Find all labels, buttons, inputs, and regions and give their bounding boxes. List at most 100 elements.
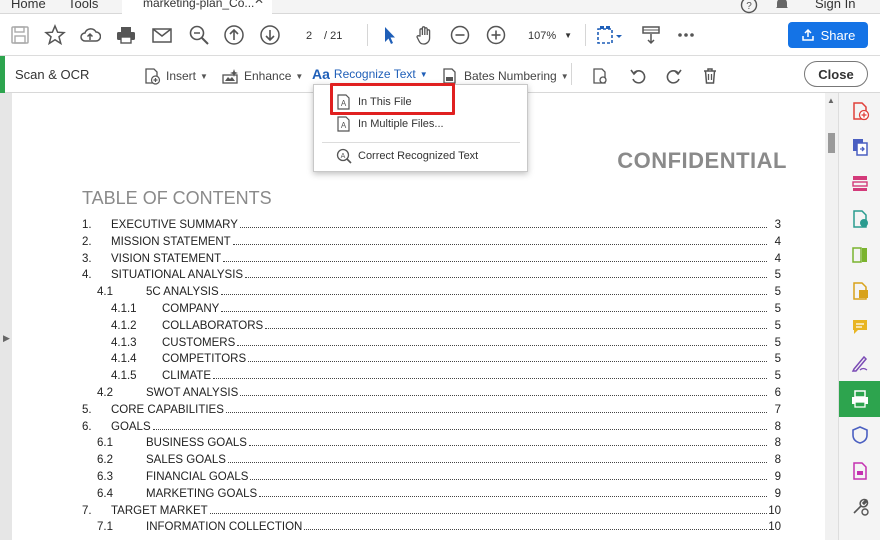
toc-entry-page: 5 [774, 303, 781, 315]
toc-entry[interactable]: 6. GOALS 8 [12, 421, 825, 438]
toc-entry-number: 6.3 [97, 471, 113, 483]
more-options-icon[interactable] [674, 23, 698, 47]
toc-entry-page: 4 [774, 235, 781, 248]
scan-ocr-tool-icon[interactable] [839, 381, 880, 417]
enhance-button[interactable]: Enhance ▼ [220, 66, 303, 86]
zoom-in-icon[interactable] [484, 23, 508, 47]
page-fit-icon[interactable] [593, 23, 627, 47]
toc-entry[interactable]: 6.2 SALES GOALS 8 [12, 454, 825, 471]
combine-files-icon[interactable] [839, 129, 880, 165]
toc-entry[interactable]: 4.1.3 CUSTOMERS 5 [12, 337, 825, 354]
previous-page-icon[interactable] [222, 23, 246, 47]
menu-divider [322, 142, 520, 143]
toc-entry[interactable]: 4.1.4 COMPETITORS 5 [12, 353, 825, 370]
toc-entry-label: VISION STATEMENT [111, 252, 222, 265]
save-icon[interactable] [8, 23, 32, 47]
toc-entry[interactable]: 4.2 SWOT ANALYSIS 6 [12, 387, 825, 404]
scroll-mode-icon[interactable] [639, 23, 663, 47]
rotate-right-button[interactable] [664, 66, 684, 86]
share-button[interactable]: Share [788, 22, 868, 48]
menu-item-correct-recognized-text[interactable]: A Correct Recognized Text [314, 145, 527, 167]
toc-entry-label: MARKETING GOALS [146, 487, 258, 500]
edit-pdf-icon[interactable] [839, 201, 880, 237]
menu-home[interactable]: Home [11, 0, 46, 11]
bates-numbering-button[interactable]: Bates Numbering ▼ [440, 66, 569, 86]
sign-in-link[interactable]: Sign In [815, 0, 855, 11]
select-cursor-icon[interactable] [377, 23, 401, 47]
email-icon[interactable] [150, 23, 174, 47]
toc-entry[interactable]: 4.1 5C ANALYSIS 5 [12, 286, 825, 303]
toc-entry-label: CORE CAPABILITIES [111, 403, 224, 416]
bookmark-star-icon[interactable] [43, 23, 67, 47]
toc-entry-label: COLLABORATORS [162, 319, 264, 332]
toc-entry[interactable]: 4.1.1 COMPANY 5 [12, 303, 825, 320]
toc-entry[interactable]: 6.1 BUSINESS GOALS 8 [12, 437, 825, 454]
toc-entry-page: 5 [774, 269, 781, 282]
chevron-down-icon: ▼ [564, 31, 572, 40]
scroll-up-arrow-icon[interactable]: ▲ [827, 96, 835, 105]
toc-entry-text: EXECUTIVE SUMMARY [111, 219, 769, 231]
close-tool-button[interactable]: Close [804, 61, 868, 87]
comment-file-icon[interactable] [839, 273, 880, 309]
toc-entry[interactable]: 4.1.2 COLLABORATORS 5 [12, 320, 825, 337]
scrollbar-thumb[interactable] [828, 133, 835, 153]
toc-entry-page: 8 [774, 454, 781, 467]
toc-entry[interactable]: 3. VISION STATEMENT 4 [12, 253, 825, 270]
zoom-level-value: 107% [528, 30, 557, 42]
print-icon[interactable] [114, 23, 138, 47]
enhance-scan-icon [220, 66, 240, 86]
zoom-level-select[interactable]: 107% ▼ [518, 26, 578, 46]
expand-panel-icon[interactable]: ▶ [3, 333, 10, 344]
toc-entry-text: TARGET MARKET [111, 505, 769, 517]
toc-entry[interactable]: 7.1 INFORMATION COLLECTION 10 [12, 521, 825, 538]
vertical-scrollbar[interactable]: ▲ [825, 93, 838, 540]
more-tools-wrench-icon[interactable] [839, 489, 880, 525]
magnifier-text-icon: A [336, 148, 352, 164]
zoom-out-icon[interactable] [448, 23, 472, 47]
fill-sign-icon[interactable] [839, 345, 880, 381]
toc-entry-page: 5 [774, 370, 781, 383]
toc-entry-label: SITUATIONAL ANALYSIS [111, 269, 244, 282]
toc-entry[interactable]: 2. MISSION STATEMENT 4 [12, 236, 825, 253]
close-tab-icon[interactable]: ✕ [254, 0, 264, 6]
left-navigation-panel: ▶ [0, 93, 12, 540]
toc-entry[interactable]: 5. CORE CAPABILITIES 7 [12, 404, 825, 421]
toc-entry[interactable]: 6.4 MARKETING GOALS 9 [12, 488, 825, 505]
next-page-icon[interactable] [258, 23, 282, 47]
menu-tools[interactable]: Tools [68, 0, 98, 11]
document-tab[interactable]: marketing-plan_Co... ✕ [122, 0, 272, 14]
insert-page-icon [142, 66, 162, 86]
hand-tool-icon[interactable] [413, 23, 437, 47]
page-settings-button[interactable] [590, 66, 610, 86]
tool-accent-bar [0, 56, 5, 93]
confidential-heading: CONFIDENTIAL [617, 148, 787, 173]
toc-entry-number: 4.1.3 [111, 336, 137, 349]
toc-entry[interactable]: 6.3 FINANCIAL GOALS 9 [12, 471, 825, 488]
toc-entry-number: 6.2 [97, 454, 113, 467]
menu-bar: Home Tools marketing-plan_Co... ✕ ? Sign… [0, 0, 880, 14]
toc-entry-label: CUSTOMERS [162, 336, 236, 349]
insert-button[interactable]: Insert ▼ [142, 66, 208, 86]
notification-bell-icon[interactable] [774, 0, 790, 15]
menu-item-in-multiple-files[interactable]: A In Multiple Files... [314, 113, 527, 135]
page-number-input[interactable]: 2 [296, 26, 322, 46]
create-pdf-icon[interactable] [839, 93, 880, 129]
organize-pages-icon[interactable] [839, 165, 880, 201]
recognize-text-button[interactable]: Aa Recognize Text ▼ [312, 66, 428, 82]
svg-text:?: ? [746, 1, 752, 12]
toc-entry[interactable]: 4. SITUATIONAL ANALYSIS 5 [12, 269, 825, 286]
toc-entry-label: SWOT ANALYSIS [146, 387, 239, 399]
toc-entry[interactable]: 1. EXECUTIVE SUMMARY 3 [12, 219, 825, 236]
right-tools-panel [838, 93, 880, 540]
rotate-left-button[interactable] [628, 66, 648, 86]
prepare-form-icon[interactable] [839, 453, 880, 489]
toc-entry[interactable]: 7. TARGET MARKET 10 [12, 505, 825, 522]
delete-page-button[interactable] [700, 66, 720, 86]
zoom-search-icon[interactable] [187, 23, 211, 47]
comment-icon[interactable] [839, 309, 880, 345]
export-pdf-icon[interactable] [839, 237, 880, 273]
toc-entry[interactable]: 4.1.5 CLIMATE 5 [12, 370, 825, 387]
toc-entry-text: MISSION STATEMENT [111, 236, 769, 248]
protect-shield-icon[interactable] [839, 417, 880, 453]
cloud-upload-icon[interactable] [78, 23, 102, 47]
